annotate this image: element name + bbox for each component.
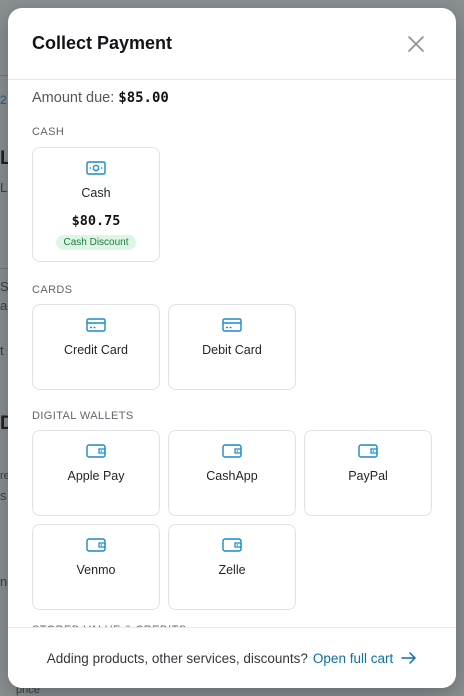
amount-due: Amount due: $85.00 [8,80,456,116]
bg-divider [0,75,8,76]
payment-tile-label: Debit Card [202,343,262,357]
open-full-cart-link[interactable]: Open full cart [313,651,417,666]
payment-tile-venmo[interactable]: Venmo [32,524,160,610]
cash-options: Cash $80.75 Cash Discount [8,147,456,262]
bg-fragment: 2 [0,93,7,107]
modal-title: Collect Payment [32,33,173,53]
credit-card-icon [222,317,242,333]
payment-tile-label: CashApp [206,469,258,483]
payment-tile-label: Zelle [218,563,246,577]
bg-fragment: L [0,180,8,195]
section-label-digital-wallets: DIGITAL WALLETS [32,410,134,422]
section-label-cards: CARDS [32,284,73,296]
credit-card-icon [86,317,106,333]
open-full-cart-label: Open full cart [312,650,394,666]
bg-fragment: t [0,343,4,358]
close-icon [408,35,424,52]
bg-fragment: s [0,488,7,503]
wallet-icon [222,537,242,553]
payment-tile-paypal[interactable]: PayPal [304,430,432,516]
card-options: Credit Card Debit Card [8,304,456,390]
amount-due-value: $85.00 [118,90,169,106]
payment-tile-cash[interactable]: Cash $80.75 Cash Discount [32,147,160,262]
modal-footer: Adding products, other services, discoun… [8,627,456,688]
payment-tile-apple-pay[interactable]: Apple Pay [32,430,160,516]
bg-divider [0,268,8,269]
close-button[interactable] [400,28,432,60]
payment-tile-label: PayPal [348,469,388,483]
modal-header: Collect Payment [8,8,456,80]
wallet-icon [222,443,242,459]
wallet-icon [86,537,106,553]
cash-price: $80.75 [71,213,121,229]
payment-tile-debit-card[interactable]: Debit Card [168,304,296,390]
payment-tile-label: Cash [81,186,111,200]
wallet-icon [358,443,378,459]
wallet-options: Apple Pay CashApp PayPal Venmo Zelle [8,430,456,610]
cash-discount-badge: Cash Discount [56,235,136,250]
banknote-icon [86,160,106,176]
payment-tile-zelle[interactable]: Zelle [168,524,296,610]
payment-tile-label: Apple Pay [67,469,125,483]
payment-tile-label: Credit Card [64,343,128,357]
payment-tile-label: Venmo [76,563,116,577]
payment-tile-cashapp[interactable]: CashApp [168,430,296,516]
collect-payment-modal: Collect Payment Amount due: $85.00 CASH … [8,8,456,688]
amount-due-label: Amount due: [32,90,115,106]
section-label-cash: CASH [32,126,65,138]
payment-tile-credit-card[interactable]: Credit Card [32,304,160,390]
arrow-right-icon [401,652,416,664]
footer-prompt: Adding products, other services, discoun… [46,650,308,666]
wallet-icon [86,443,106,459]
